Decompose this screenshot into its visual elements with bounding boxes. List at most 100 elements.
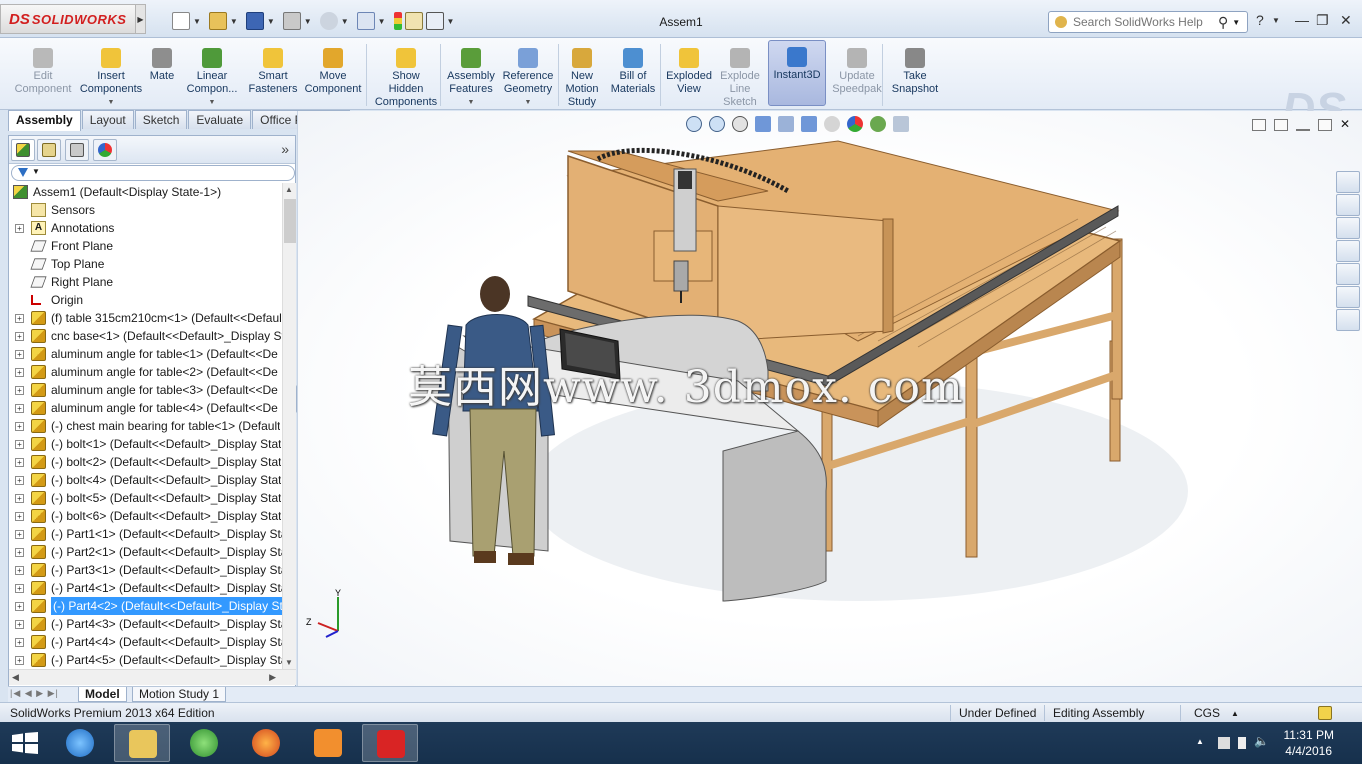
chevron-down-icon[interactable]: ▼ [230,17,238,26]
tags-icon[interactable] [1318,706,1332,720]
taskbar-solidworks[interactable] [362,724,418,762]
expand-icon[interactable]: + [15,350,24,359]
expand-icon[interactable]: + [15,314,24,323]
chevron-down-icon[interactable]: ▼ [444,96,498,109]
tab-navigation-icon[interactable]: |◀ ◀ ▶ ▶| [10,688,59,699]
design-library-icon[interactable] [1336,217,1360,239]
tab-sketch[interactable]: Sketch [134,110,188,129]
tree-filter[interactable]: ▼ [11,165,295,181]
tree-item[interactable]: + (-) bolt<4> (Default<<Default>_Display … [9,471,283,489]
chevron-down-icon[interactable]: ▼ [193,17,201,26]
view-palette-icon[interactable] [1336,263,1360,285]
bom-button[interactable]: Bill of Materials [608,42,658,96]
save-icon[interactable] [245,12,264,30]
scroll-down-icon[interactable]: ▼ [285,658,293,667]
tab-configuration-manager[interactable] [65,139,89,161]
expand-icon[interactable]: + [15,494,24,503]
view-settings-icon[interactable] [893,116,909,132]
assembly-features-button[interactable]: Assembly Features ▼ [444,42,498,109]
tree-item[interactable]: Top Plane [9,255,283,273]
file-explorer-icon[interactable] [1336,240,1360,262]
chevron-down-icon[interactable]: ▼ [267,17,275,26]
windows-start-icon[interactable] [12,732,38,754]
chevron-down-icon[interactable]: ▼ [341,17,349,26]
apply-scene-icon[interactable] [870,116,886,132]
undo-icon[interactable] [319,12,338,30]
expand-icon[interactable]: + [15,602,24,611]
clock-date[interactable]: 4/4/2016 [1285,744,1332,758]
tree-item[interactable]: + (f) table 315cm210cm<1> (Default<<Defau… [9,309,283,327]
clock-time[interactable]: 11:31 PM [1284,728,1334,742]
tree-item[interactable]: Origin [9,291,283,309]
units-selector[interactable]: CGS [1194,706,1220,720]
scroll-right-icon[interactable]: ▶ [269,672,276,683]
tree-item[interactable]: + (-) bolt<6> (Default<<Default>_Display … [9,507,283,525]
select-cursor-icon[interactable] [356,12,375,30]
tree-root-assembly[interactable]: Assem1 (Default<Display State-1>) [9,183,283,201]
expand-icon[interactable]: + [15,638,24,647]
chevron-down-icon[interactable]: ▼ [182,96,242,109]
file-properties-icon[interactable] [404,12,423,30]
tab-evaluate[interactable]: Evaluate [188,110,252,129]
open-folder-icon[interactable] [208,12,227,30]
tree-item[interactable]: + (-) Part4<1> (Default<<Default>_Display… [9,579,283,597]
expand-icon[interactable]: + [15,530,24,539]
scroll-left-icon[interactable]: ◀ [12,672,19,683]
tree-item[interactable]: + aluminum angle for table<1> (Default<<D… [9,345,283,363]
hide-show-items-icon[interactable] [824,116,840,132]
minimize-icon[interactable]: — [1295,12,1309,28]
tab-assembly[interactable]: Assembly [8,110,81,131]
taskbar-firefox[interactable] [238,724,294,762]
tree-vertical-scrollbar[interactable]: ▲ ▼ [282,183,296,669]
taskbar-chat-app[interactable] [176,724,232,762]
appearances-icon[interactable] [1336,286,1360,308]
battery-icon[interactable] [1238,737,1246,749]
tree-item[interactable]: + (-) Part2<1> (Default<<Default>_Display… [9,543,283,561]
tree-item[interactable]: + aluminum angle for table<4> (Default<<D… [9,399,283,417]
new-document-icon[interactable] [172,12,190,30]
section-view-icon[interactable] [755,116,771,132]
edit-appearance-icon[interactable] [847,116,863,132]
viewport-close-icon[interactable]: ✕ [1340,118,1354,131]
show-hidden-icons-icon[interactable]: ▲ [1196,737,1208,749]
taskbar-file-explorer[interactable] [114,724,170,762]
expand-icon[interactable]: + [15,584,24,593]
tree-item[interactable]: + (-) bolt<2> (Default<<Default>_Display … [9,453,283,471]
network-icon[interactable] [1218,737,1230,749]
tree-item[interactable]: + (-) Part1<1> (Default<<Default>_Display… [9,525,283,543]
chevron-down-icon[interactable]: ▼ [78,96,144,109]
tree-item[interactable]: + A Annotations [9,219,283,237]
linear-pattern-button[interactable]: Linear Compon... ▼ [182,42,242,109]
chevron-down-icon[interactable]: ▼ [500,96,556,109]
expand-icon[interactable]: + [15,566,24,575]
chevron-down-icon[interactable]: ▼ [1272,16,1280,25]
reference-geometry-button[interactable]: Reference Geometry ▼ [500,42,556,109]
tree-item[interactable]: Right Plane [9,273,283,291]
tab-property-manager[interactable] [37,139,61,161]
tree-item[interactable]: + (-) Part4<2> (Default<<Default>_Display… [9,597,283,615]
tree-item[interactable]: + (-) Part4<4> (Default<<Default>_Display… [9,633,283,651]
viewport-minimize-icon[interactable] [1296,129,1310,131]
expand-icon[interactable]: + [15,422,24,431]
print-icon[interactable] [282,12,301,30]
search-icon[interactable]: ⚲ [1218,14,1228,31]
chevron-down-icon[interactable]: ▼ [304,17,312,26]
tree-item[interactable]: Sensors [9,201,283,219]
tree-item[interactable]: + (-) Part4<3> (Default<<Default>_Display… [9,615,283,633]
help-search-box[interactable]: ⚲ ▼ [1048,11,1248,33]
expand-icon[interactable]: + [15,368,24,377]
viewport-restore-icon[interactable] [1318,119,1332,131]
menu-expand-arrow[interactable]: ▶ [136,4,146,34]
close-icon[interactable]: ✕ [1340,12,1352,29]
expand-icon[interactable]: + [15,656,24,665]
graphics-viewport[interactable]: ✕ 莫西网www. 3dmox. com Y Z [297,111,1362,687]
expand-icon[interactable]: + [15,458,24,467]
expand-icon[interactable]: + [15,386,24,395]
tab-motion-study[interactable]: Motion Study 1 [132,687,227,702]
scroll-thumb[interactable] [284,199,296,243]
expand-icon[interactable]: + [15,440,24,449]
expand-icon[interactable]: + [15,404,24,413]
tab-model[interactable]: Model [78,687,127,702]
scroll-up-icon[interactable]: ▲ [285,185,293,194]
tree-item[interactable]: + (-) chest main bearing for table<1> (De… [9,417,283,435]
